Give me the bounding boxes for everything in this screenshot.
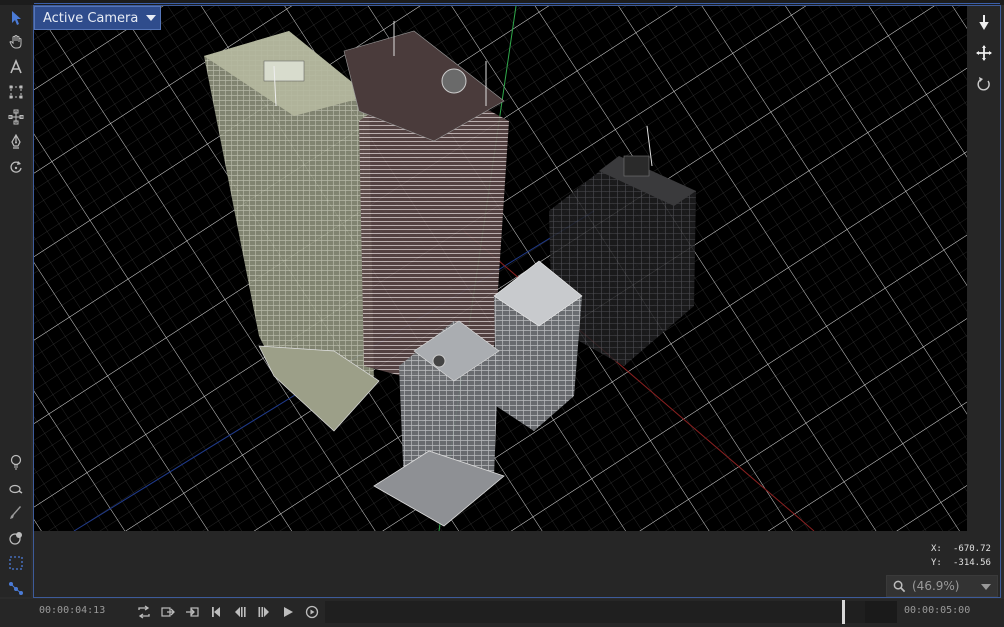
brush-icon[interactable] [4,502,28,524]
chevron-down-icon [146,15,157,21]
3d-scene-viewport[interactable] [34,6,967,531]
active-camera-dropdown[interactable]: Active Camera [34,6,161,30]
mask-ellipse-icon[interactable] [4,527,28,549]
camera-navigation-tools [968,6,1000,126]
x-coordinate-value: -670.72 [953,544,991,554]
active-camera-label: Active Camera [43,10,139,26]
left-toolbar [0,5,31,597]
zoom-level-dropdown[interactable]: (46.9%) [886,575,998,597]
panel-accent-line [34,3,1000,4]
step-back-icon[interactable] [232,604,248,620]
play-icon[interactable] [280,604,296,620]
y-coordinate-value: -314.56 [953,558,991,568]
move-icon[interactable] [972,42,996,64]
chevron-down-icon [981,584,991,590]
playhead-handle[interactable] [842,600,845,624]
loop-icon[interactable] [136,604,152,620]
record-icon[interactable] [304,604,320,620]
viewport-panel: Active Camera X: -670.72 Y: -314.56 (46.9%… [33,5,1001,598]
pen-tool-icon[interactable] [4,131,28,153]
text-tool-icon[interactable] [4,56,28,78]
anchor-points-icon[interactable] [4,106,28,128]
skip-to-start-icon[interactable] [208,604,224,620]
rotate-tool-icon[interactable] [4,156,28,178]
timeline-end-region [865,601,897,623]
magnifier-icon [893,580,906,592]
dolly-icon[interactable] [972,11,996,33]
zoom-level-label: (46.9%) [912,579,960,593]
transform-box-icon[interactable] [4,81,28,103]
select-arrow-icon[interactable] [4,7,28,29]
scene-drawing [34,6,967,531]
timeline-track[interactable] [325,601,897,623]
timeline-bar: 00:00:04:13 00:00:05:00 [0,599,1004,627]
current-time: 00:00:04:13 [39,605,106,616]
connect-nodes-icon[interactable] [4,577,28,599]
x-coordinate-label: X: [931,544,942,554]
export-frame-icon[interactable] [160,604,176,620]
marquee-select-icon[interactable] [4,552,28,574]
pan-hand-icon[interactable] [4,31,28,53]
step-forward-icon[interactable] [256,604,272,620]
cursor-coordinate-readout: X: -670.72 Y: -314.56 [931,542,991,570]
zoom-tool-icon[interactable] [4,477,28,499]
end-time: 00:00:05:00 [904,605,971,616]
y-coordinate-label: Y: [931,558,942,568]
import-frame-icon[interactable] [184,604,200,620]
orbit-icon[interactable] [972,73,996,95]
light-bulb-icon[interactable] [4,451,28,473]
